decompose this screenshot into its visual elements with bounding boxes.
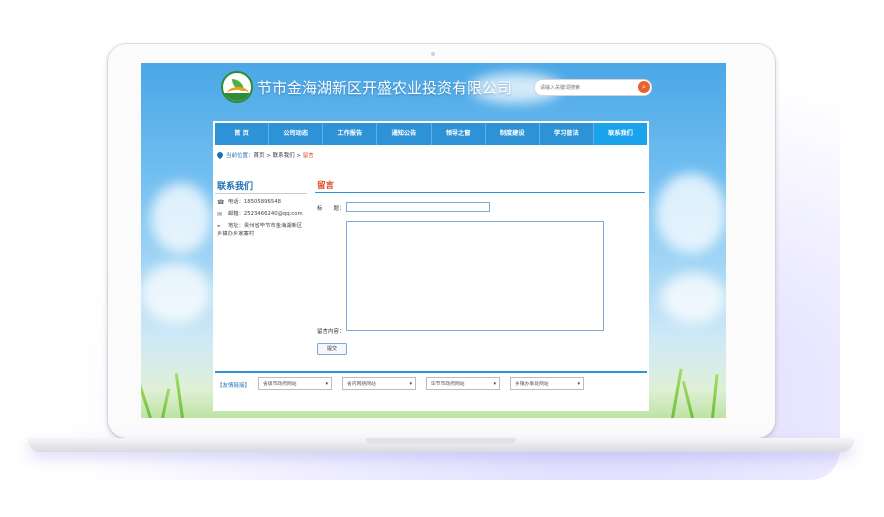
site-header: 节市金海湖新区开盛农业投资有限公司 ⌕ (141, 63, 726, 121)
friend-link-select-2[interactable]: 省内网络网站 ▾ (342, 377, 416, 390)
nav-item-notices[interactable]: 通知公告 (377, 123, 432, 145)
nav-item-work-report[interactable]: 工作报告 (323, 123, 378, 145)
nav-item-home[interactable]: 首 页 (215, 123, 270, 145)
search-box: ⌕ (534, 79, 652, 96)
heading-divider (315, 192, 645, 193)
chevron-down-icon: ▾ (577, 381, 580, 387)
cloud-decoration (151, 183, 211, 253)
nav-item-leadership[interactable]: 领导之窗 (432, 123, 486, 145)
grass-decoration (711, 374, 719, 418)
friend-link-select-1[interactable]: 省级市政府网站 ▾ (258, 377, 332, 390)
message-content-textarea[interactable] (346, 221, 604, 331)
laptop-notch (366, 438, 516, 444)
cloud-decoration (141, 263, 211, 323)
nav-item-company-news[interactable]: 公司动态 (269, 123, 324, 145)
search-input[interactable] (540, 82, 630, 93)
breadcrumb-current: 留言 (302, 153, 314, 159)
title-input[interactable] (346, 202, 490, 212)
grass-decoration (174, 373, 184, 418)
grass-decoration (671, 368, 683, 418)
select-value: 省内网络网站 (347, 382, 376, 387)
sidebar-title: 联系我们 (217, 182, 254, 192)
phone-icon: ☎ (217, 199, 225, 206)
friend-link-select-3[interactable]: 毕节市政府网站 ▾ (426, 377, 500, 390)
select-value: 乡镇办事处网站 (515, 382, 549, 387)
cloud-decoration (661, 273, 726, 323)
chevron-down-icon: ▾ (409, 381, 412, 387)
submit-button[interactable]: 提交 (317, 343, 347, 355)
content-label: 留言内容： (317, 329, 345, 335)
contact-phone: ☎ 电话：18505896548 (217, 198, 281, 206)
email-text: 邮箱：2523466240@qq.com (228, 211, 303, 217)
site-title: 节市金海湖新区开盛农业投资有限公司 (257, 79, 513, 97)
phone-text: 电话：18505896548 (228, 199, 281, 205)
mail-icon: ✉ (217, 211, 223, 218)
title-label: 标 题： (317, 206, 345, 212)
nav-item-regulations[interactable]: 制度建设 (486, 123, 540, 145)
cloud-decoration (656, 173, 726, 253)
webcam-icon (431, 52, 435, 56)
breadcrumb: 当前位置：首页 > 联系我们 > 留言 (215, 150, 314, 160)
laptop-screen: 节市金海湖新区开盛农业投资有限公司 ⌕ 首 页 公司动态 工作报告 通知公告 领… (141, 63, 726, 418)
grass-decoration (161, 388, 171, 418)
contact-email: ✉ 邮箱：2523466240@qq.com (217, 210, 303, 218)
footer-divider (215, 371, 647, 373)
breadcrumb-path[interactable]: 首页 > 联系我们 > (254, 153, 303, 159)
address-text: 地址：贵州省毕节市金海湖新区乡镇办乡家寨村 (217, 223, 303, 237)
nav-item-contact[interactable]: 联系我们 (593, 123, 647, 145)
grass-decoration (141, 379, 152, 418)
search-icon[interactable]: ⌕ (638, 81, 650, 93)
chevron-down-icon: ▾ (325, 381, 328, 387)
select-value: 省级市政府网站 (263, 382, 297, 387)
main-nav: 首 页 公司动态 工作报告 通知公告 领导之窗 制度建设 学习普法 联系我们 (215, 123, 647, 145)
contact-address: ⌖ 地址：贵州省毕节市金海湖新区乡镇办乡家寨村 (217, 222, 307, 238)
friend-links-label: 【友情链接】 (217, 383, 251, 389)
chevron-down-icon: ▾ (493, 381, 496, 387)
location-pin-icon (215, 150, 225, 160)
friend-link-select-4[interactable]: 乡镇办事处网站 ▾ (510, 377, 584, 390)
message-heading: 留言 (317, 181, 335, 191)
select-value: 毕节市政府网站 (431, 382, 465, 387)
grass-decoration (681, 380, 694, 418)
breadcrumb-label: 当前位置： (226, 153, 254, 159)
nav-item-law-study[interactable]: 学习普法 (540, 123, 594, 145)
sidebar-divider (215, 193, 307, 194)
location-icon: ⌖ (217, 223, 221, 230)
company-logo (221, 71, 253, 103)
